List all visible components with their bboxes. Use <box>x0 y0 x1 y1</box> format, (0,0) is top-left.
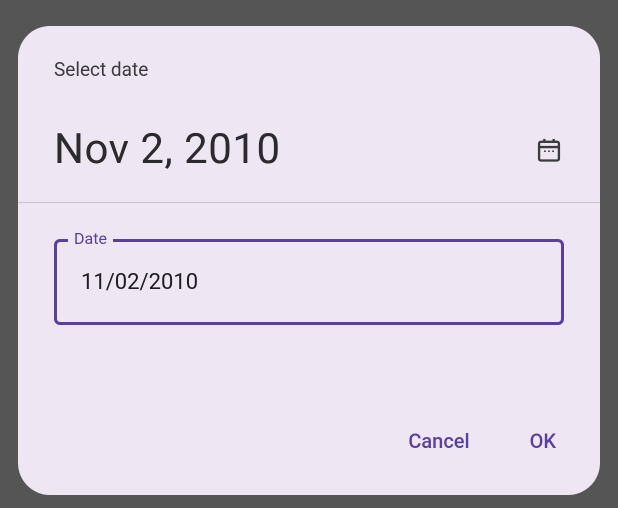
date-field-label: Date <box>68 229 113 248</box>
selected-date-row: Nov 2, 2010 <box>54 125 564 174</box>
dialog-actions: Cancel OK <box>18 421 600 495</box>
dialog-title: Select date <box>54 58 564 81</box>
date-input[interactable] <box>54 239 564 325</box>
calendar-icon[interactable] <box>534 135 564 165</box>
dialog-body: Date <box>18 203 600 421</box>
dialog-header: Select date Nov 2, 2010 <box>18 26 600 202</box>
date-picker-dialog: Select date Nov 2, 2010 Date C <box>18 26 600 495</box>
cancel-button[interactable]: Cancel <box>404 421 473 461</box>
ok-button[interactable]: OK <box>526 421 560 461</box>
date-field-wrap: Date <box>54 239 564 325</box>
selected-date-display: Nov 2, 2010 <box>54 125 281 174</box>
